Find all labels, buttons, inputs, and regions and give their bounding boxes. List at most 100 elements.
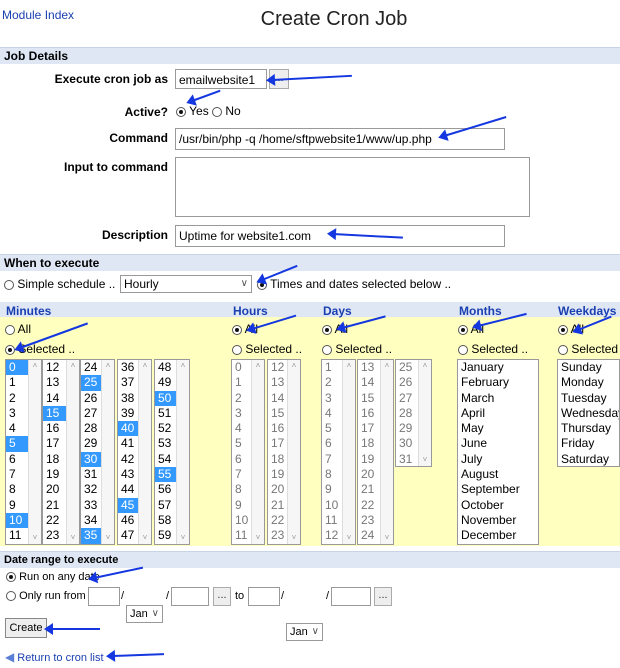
days-list-2[interactable]: 13 14 15 16 17 18 19 20 21 22 23 24 ˄ ˅ bbox=[357, 359, 394, 545]
scroll-up-icon[interactable]: ˄ bbox=[343, 361, 355, 371]
simple-schedule-select[interactable]: Hourly ∨ bbox=[120, 275, 252, 293]
months-selected-radio[interactable] bbox=[458, 344, 468, 355]
list-option[interactable]: August bbox=[458, 467, 538, 482]
minutes-list-4[interactable]: 36 37 38 39 40 41 42 43 44 45 46 47 ˄ ˅ bbox=[117, 359, 152, 545]
minutes-list-2[interactable]: 12 13 14 15 16 17 18 19 20 21 22 23 ˄ ˅ bbox=[42, 359, 80, 545]
minutes-list-5[interactable]: 48 49 50 51 52 53 54 55 56 57 58 59 ˄ ˅ bbox=[154, 359, 190, 545]
return-link-row[interactable]: ◀ Return to cron list bbox=[5, 650, 104, 664]
scroll-up-icon[interactable]: ˄ bbox=[102, 361, 114, 371]
to-day-input[interactable] bbox=[248, 587, 280, 606]
list-option[interactable]: October bbox=[458, 498, 538, 513]
hours-selected-radio[interactable] bbox=[232, 344, 242, 355]
create-button[interactable]: Create bbox=[5, 618, 47, 638]
minutes-all-option[interactable]: All bbox=[5, 322, 31, 336]
days-list-1[interactable]: 1 2 3 4 5 6 7 8 9 10 11 12 ˄ ˅ bbox=[321, 359, 356, 545]
list-option[interactable]: Friday bbox=[558, 436, 619, 451]
scroll-down-icon[interactable]: ˅ bbox=[252, 533, 264, 543]
scrollbar[interactable]: ˄ ˅ bbox=[101, 360, 114, 544]
from-date-picker-button[interactable]: ... bbox=[213, 587, 231, 606]
scroll-down-icon[interactable]: ˅ bbox=[29, 533, 41, 543]
minutes-list-3[interactable]: 24 25 26 27 28 29 30 31 32 33 34 35 ˄ ˅ bbox=[80, 359, 115, 545]
scroll-up-icon[interactable]: ˄ bbox=[177, 361, 189, 371]
scroll-down-icon[interactable]: ˅ bbox=[343, 533, 355, 543]
days-selected-radio[interactable] bbox=[322, 344, 332, 355]
hours-selected-option[interactable]: Selected .. bbox=[232, 342, 302, 356]
list-option[interactable]: April bbox=[458, 406, 538, 421]
days-all-radio[interactable] bbox=[322, 324, 332, 335]
hours-list-2[interactable]: 12 13 14 15 16 17 18 19 20 21 22 23 ˄ ˅ bbox=[267, 359, 301, 545]
active-yes-option[interactable]: Yes No bbox=[176, 104, 241, 118]
scroll-down-icon[interactable]: ˅ bbox=[139, 533, 151, 543]
weekdays-list[interactable]: Sunday Monday Tuesday Wednesday Thursday Frid… bbox=[557, 359, 620, 467]
simple-schedule-radio[interactable] bbox=[4, 279, 14, 290]
hours-list-1[interactable]: 0 1 2 3 4 5 6 7 8 9 10 11 ˄ ˅ bbox=[231, 359, 265, 545]
list-option[interactable]: May bbox=[458, 421, 538, 436]
simple-schedule-option[interactable]: Simple schedule .. bbox=[4, 277, 115, 291]
scroll-up-icon[interactable]: ˄ bbox=[252, 361, 264, 371]
list-option[interactable]: November bbox=[458, 513, 538, 528]
list-option[interactable]: December bbox=[458, 528, 538, 543]
execute-as-input[interactable]: emailwebsite1 bbox=[175, 69, 267, 89]
active-yes-radio[interactable] bbox=[176, 106, 186, 117]
return-to-cron-list-link[interactable]: Return to cron list bbox=[17, 652, 103, 664]
from-year-input[interactable] bbox=[171, 587, 209, 606]
scroll-up-icon[interactable]: ˄ bbox=[139, 361, 151, 371]
weekdays-selected-option[interactable]: Selected .. bbox=[558, 342, 620, 356]
days-selected-option[interactable]: Selected .. bbox=[322, 342, 392, 356]
to-date-picker-button[interactable]: ... bbox=[374, 587, 392, 606]
list-option[interactable]: March bbox=[458, 391, 538, 406]
days-list-3[interactable]: 25 26 27 28 29 30 31 ˄ ˅ bbox=[395, 359, 432, 467]
times-dates-option[interactable]: Times and dates selected below .. bbox=[257, 277, 451, 291]
weekdays-all-radio[interactable] bbox=[558, 324, 568, 335]
scroll-down-icon[interactable]: ˅ bbox=[288, 533, 300, 543]
list-option[interactable]: July bbox=[458, 452, 538, 467]
list-option[interactable]: Thursday bbox=[558, 421, 619, 436]
list-option[interactable]: January bbox=[458, 360, 538, 375]
list-option[interactable]: February bbox=[458, 375, 538, 390]
from-month-select[interactable]: Jan ∨ bbox=[126, 605, 163, 623]
scrollbar[interactable]: ˄ ˅ bbox=[28, 360, 41, 544]
only-run-radio[interactable] bbox=[6, 591, 16, 602]
active-no-radio[interactable] bbox=[212, 106, 223, 117]
scroll-up-icon[interactable]: ˄ bbox=[419, 361, 431, 371]
scrollbar[interactable]: ˄ ˅ bbox=[342, 360, 355, 544]
list-option[interactable]: Sunday bbox=[558, 360, 619, 375]
hours-all-radio[interactable] bbox=[232, 324, 242, 335]
scroll-down-icon[interactable]: ˅ bbox=[67, 533, 79, 543]
months-list[interactable]: January February March April May June July Augu… bbox=[457, 359, 539, 545]
list-option[interactable]: Tuesday bbox=[558, 391, 619, 406]
list-option[interactable]: Saturday bbox=[558, 452, 619, 466]
list-option[interactable]: June bbox=[458, 436, 538, 451]
input-to-command-textarea[interactable] bbox=[175, 157, 530, 217]
scroll-up-icon[interactable]: ˄ bbox=[288, 361, 300, 371]
scroll-up-icon[interactable]: ˄ bbox=[29, 361, 41, 371]
minutes-list-1[interactable]: 0 1 2 3 4 5 6 7 8 9 10 11 ˄ ˅ bbox=[5, 359, 42, 545]
only-run-option[interactable]: Only run from bbox=[6, 590, 86, 602]
scroll-down-icon[interactable]: ˅ bbox=[177, 533, 189, 543]
to-year-input[interactable] bbox=[331, 587, 371, 606]
scroll-up-icon[interactable]: ˄ bbox=[67, 361, 79, 371]
scrollbar[interactable]: ˄ ˅ bbox=[138, 360, 151, 544]
any-date-option[interactable]: Run on any date bbox=[6, 571, 100, 583]
list-option[interactable]: September bbox=[458, 482, 538, 497]
scroll-down-icon[interactable]: ˅ bbox=[102, 533, 114, 543]
scrollbar[interactable]: ˄ ˅ bbox=[176, 360, 189, 544]
scroll-down-icon[interactable]: ˅ bbox=[381, 533, 393, 543]
scroll-down-icon[interactable]: ˅ bbox=[419, 455, 431, 465]
any-date-radio[interactable] bbox=[6, 572, 16, 583]
scroll-up-icon[interactable]: ˄ bbox=[381, 361, 393, 371]
scrollbar[interactable]: ˄ ˅ bbox=[66, 360, 79, 544]
from-day-input[interactable] bbox=[88, 587, 120, 606]
months-all-radio[interactable] bbox=[458, 324, 468, 335]
to-month-select[interactable]: Jan ∨ bbox=[286, 623, 323, 641]
scrollbar[interactable]: ˄ ˅ bbox=[251, 360, 264, 544]
scrollbar[interactable]: ˄ ˅ bbox=[287, 360, 300, 544]
scrollbar[interactable]: ˄ ˅ bbox=[380, 360, 393, 544]
description-input[interactable]: Uptime for website1.com bbox=[175, 225, 505, 247]
weekdays-selected-radio[interactable] bbox=[558, 344, 568, 355]
months-selected-option[interactable]: Selected .. bbox=[458, 342, 528, 356]
minutes-all-radio[interactable] bbox=[5, 324, 15, 335]
scrollbar[interactable]: ˄ ˅ bbox=[418, 360, 431, 466]
list-option[interactable]: Monday bbox=[558, 375, 619, 390]
list-option[interactable]: Wednesday bbox=[558, 406, 619, 421]
